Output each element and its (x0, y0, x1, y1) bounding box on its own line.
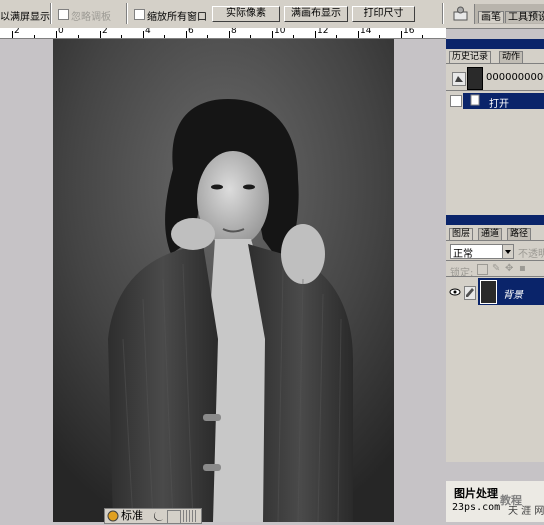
tab-divider (446, 240, 544, 241)
history-brush-source-box[interactable] (450, 95, 462, 107)
layers-divider (446, 276, 544, 277)
tab-actions[interactable]: 动作 (499, 51, 524, 63)
fit-screen-button[interactable]: 满画布显示 (284, 6, 348, 22)
ruler-label: 8 (231, 28, 237, 36)
screen-mode-icon[interactable] (107, 510, 119, 522)
horizontal-ruler: 2 0 2 4 6 8 10 12 14 16 (0, 28, 446, 39)
layer-name: 背景 (503, 290, 523, 301)
history-item-label: 打开 (489, 99, 509, 110)
tab-channels[interactable]: 通道 (478, 228, 503, 240)
options-bar: 以满屏显示 忽略调板 缩放所有窗口 实际像素 满画布显示 打印尺寸 画笔 工具预… (0, 0, 544, 29)
layers-empty-area (446, 307, 544, 462)
lock-position-icon[interactable]: ✥ (505, 263, 513, 274)
history-item[interactable]: 打开 (463, 93, 544, 110)
options-separator (126, 3, 128, 24)
watermark-brand-2: 天 涯 网 (508, 506, 544, 517)
palette-well: 画笔 工具预设 (474, 4, 544, 24)
watermark-title: 图片处理 (454, 487, 498, 500)
ignore-palettes-label: 忽略调板 (71, 12, 111, 23)
options-separator (50, 3, 52, 24)
document-icon (470, 94, 480, 106)
options-separator (442, 3, 444, 24)
brush-link-icon[interactable] (464, 286, 476, 300)
lock-pixels-icon[interactable]: ✎ (492, 263, 500, 274)
quick-mask-icon[interactable] (153, 510, 165, 522)
ruler-label: 6 (188, 28, 194, 36)
opacity-label: 不透明 (518, 249, 544, 260)
layers-panel: 图层 通道 路径 正常 不透明 锁定: ✎ ✥ ▪ 背景 (446, 215, 544, 462)
lock-transparency-icon[interactable] (477, 264, 488, 275)
ruler-label: 14 (360, 28, 372, 36)
portrait-photo (53, 39, 394, 523)
layer-row[interactable]: 背景 (478, 278, 544, 305)
layers-panel-titlebar[interactable] (446, 215, 544, 225)
ignore-palettes-checkbox[interactable] (58, 9, 69, 20)
blend-mode-value: 正常 (453, 249, 473, 260)
chevron-down-icon[interactable] (502, 245, 513, 258)
ruler-label: 16 (403, 28, 415, 36)
screen-mode-label[interactable]: 标准 (121, 509, 143, 523)
actual-pixels-button[interactable]: 实际像素 (212, 6, 280, 22)
tab-paths[interactable]: 路径 (507, 228, 532, 240)
history-panel-titlebar[interactable] (446, 39, 544, 49)
tab-history[interactable]: 历史记录 (449, 51, 492, 63)
palette-well-icon[interactable] (452, 5, 469, 22)
tab-layers[interactable]: 图层 (449, 228, 474, 240)
tab-divider (446, 63, 544, 64)
full-screen-icon[interactable] (183, 510, 198, 522)
ruler-ticks (12, 31, 423, 38)
ruler-label: 2 (102, 28, 108, 36)
ruler-label: 4 (145, 28, 151, 36)
zoom-all-windows-label: 缩放所有窗口 (147, 12, 207, 23)
lock-all-icon[interactable]: ▪ (519, 263, 526, 274)
ruler-label: 10 (274, 28, 286, 36)
document-canvas[interactable] (53, 39, 394, 523)
layer-thumbnail (480, 280, 497, 304)
fit-screen-label[interactable]: 以满屏显示 (0, 8, 50, 23)
zoom-all-windows-checkbox[interactable] (134, 9, 145, 20)
history-panel: 历史记录 动作 00000000000 打开 (446, 39, 544, 215)
layers-divider (446, 260, 544, 261)
watermark-site: 23ps.com (452, 502, 501, 513)
snapshot-source-icon[interactable] (452, 72, 466, 86)
ruler-label: 0 (58, 28, 64, 36)
tab-tool-presets[interactable]: 工具预设 (505, 11, 544, 23)
eye-icon[interactable] (449, 287, 461, 297)
ruler-label: 12 (317, 28, 329, 36)
snapshot-thumbnail[interactable] (467, 67, 483, 90)
print-size-button[interactable]: 打印尺寸 (352, 6, 415, 22)
ruler-label: 2 (14, 28, 20, 36)
tab-brushes[interactable]: 画笔 (478, 11, 504, 23)
history-empty-area (446, 111, 544, 215)
watermark: 图片处理 23ps.com 教程 天 涯 网 (446, 481, 544, 522)
blend-mode-select[interactable]: 正常 (450, 244, 514, 260)
history-divider (446, 90, 544, 91)
snapshot-name[interactable]: 00000000000 (486, 72, 544, 83)
